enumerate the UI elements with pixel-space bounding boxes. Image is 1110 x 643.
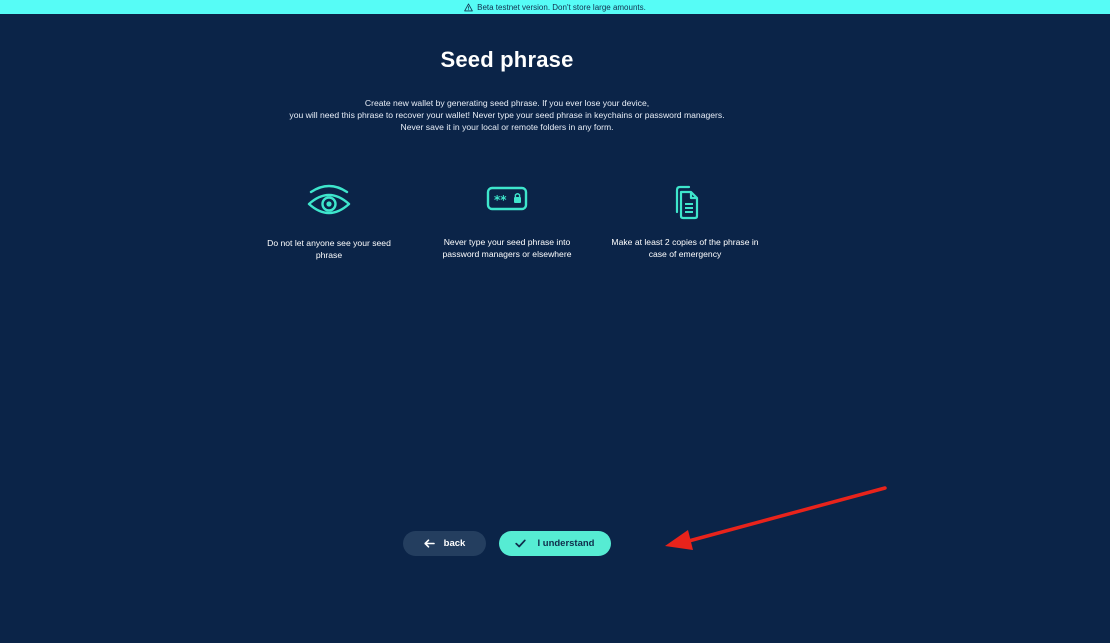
svg-text:**: ** [494, 193, 507, 207]
description-line: you will need this phrase to recover you… [289, 110, 725, 120]
tip-text: Do not let anyone see your seed phrase [267, 238, 391, 260]
i-understand-button[interactable]: I understand [499, 531, 611, 556]
document-copies-icon [675, 185, 699, 220]
description-line: Never save it in your local or remote fo… [400, 122, 614, 132]
i-understand-button-label: I understand [537, 538, 595, 549]
page-description: Create new wallet by generating seed phr… [0, 97, 1014, 133]
page-title: Seed phrase [440, 47, 574, 72]
tip-text: Make at least 2 copies of the phrase in … [611, 237, 759, 259]
back-button-label: back [443, 538, 466, 549]
beta-banner-text: Beta testnet version. Don't store large … [477, 2, 646, 12]
beta-banner: Beta testnet version. Don't store large … [0, 0, 1110, 14]
seed-phrase-page: Beta testnet version. Don't store large … [0, 0, 1110, 643]
back-button[interactable]: back [403, 531, 486, 556]
checkmark-icon [515, 539, 527, 548]
tip-item: Do not let anyone see your seed phrase [254, 182, 404, 261]
description-line: Create new wallet by generating seed phr… [364, 98, 650, 108]
password-field-icon: ** [486, 186, 528, 211]
tip-item: Make at least 2 copies of the phrase in … [610, 182, 760, 260]
security-tips: Do not let anyone see your seed phrase *… [0, 182, 1014, 282]
arrow-left-icon [424, 539, 435, 548]
tip-item: ** Never type your seed phrase into pass… [432, 182, 582, 260]
eye-icon [307, 184, 351, 215]
warning-icon [464, 2, 473, 11]
red-arrow-annotation [665, 486, 887, 550]
tip-text: Never type your seed phrase into passwor… [442, 237, 572, 259]
